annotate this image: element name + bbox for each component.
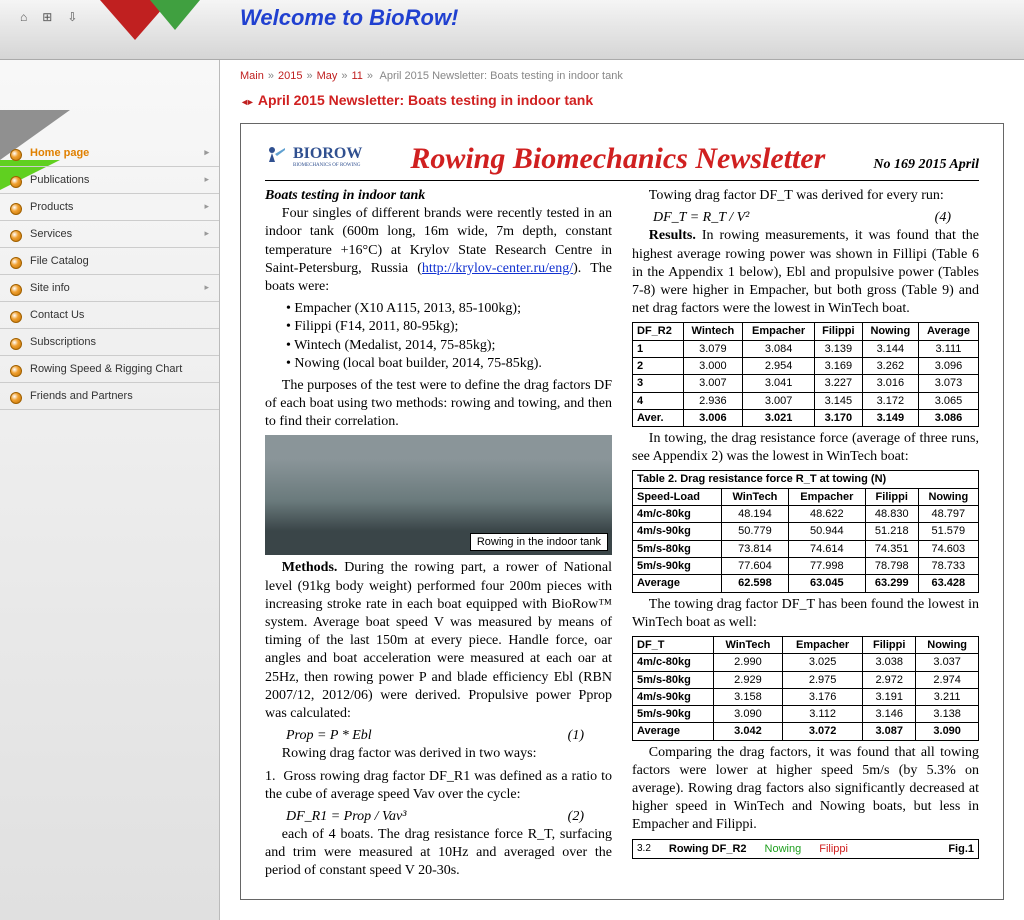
results-paragraph: Results. In rowing measurements, it was … (632, 227, 979, 318)
drag-intro: Rowing drag factor was derived in two wa… (265, 745, 612, 763)
logo: BIOROW BIOMECHANICS OF ROWING (265, 144, 362, 168)
intro-paragraph: Four singles of different brands were re… (265, 205, 612, 296)
expand-icon: ▸ (204, 147, 209, 158)
page-title: April 2015 Newsletter: Boats testing in … (240, 92, 1004, 108)
site-title: Welcome to BioRow! (240, 5, 458, 31)
breadcrumb-link[interactable]: 2015 (278, 70, 302, 82)
doc-title: Rowing Biomechanics Newsletter (374, 142, 861, 176)
doc-issue: No 169 2015 April (873, 157, 979, 173)
table-dft: DF_TWinTechEmpacherFilippiNowing4m/c-80k… (632, 636, 979, 741)
expand-icon: ▸ (204, 201, 209, 212)
sidebar-item[interactable]: File Catalog (0, 248, 219, 275)
sidebar-item[interactable]: Services▸ (0, 221, 219, 248)
table-dfr2: DF_R2WintechEmpacherFilippiNowingAverage… (632, 322, 979, 427)
section-title: Boats testing in indoor tank (265, 187, 612, 205)
logo-text: BIOROW (293, 145, 362, 163)
list-item: Empacher (X10 A115, 2013, 85-100kg); (286, 300, 612, 318)
logo-sub: BIOMECHANICS OF ROWING (293, 163, 362, 168)
home-icon[interactable]: ⌂ (20, 10, 27, 24)
list-item: Filippi (F14, 2011, 80-95kg); (286, 318, 612, 336)
fig1-chart: 3.2 Rowing DF_R2 Nowing Filippi Fig.1 (632, 839, 979, 859)
sidebar-item[interactable]: Rowing Speed & Rigging Chart (0, 356, 219, 383)
content-area: Main»2015»May»11» April 2015 Newsletter:… (220, 60, 1024, 920)
breadcrumb-link[interactable]: Main (240, 70, 264, 82)
figure-tank: Rowing in the indoor tank (265, 435, 612, 555)
sidebar-item[interactable]: Products▸ (0, 194, 219, 221)
compare-paragraph: Comparing the drag factors, it was found… (632, 744, 979, 835)
purpose-paragraph: The purposes of the test were to define … (265, 377, 612, 432)
breadcrumb: Main»2015»May»11» April 2015 Newsletter:… (240, 70, 1004, 82)
sidebar-item[interactable]: Home page▸ (0, 140, 219, 167)
sidebar-item[interactable]: Publications▸ (0, 167, 219, 194)
sidebar-item[interactable]: Contact Us (0, 302, 219, 329)
list-item: Wintech (Medalist, 2014, 75-85kg); (286, 337, 612, 355)
download-icon[interactable]: ⇩ (67, 10, 77, 24)
top-bar: ⌂ ⊞ ⇩ Welcome to BioRow! (0, 0, 1024, 60)
breadcrumb-link[interactable]: May (317, 70, 338, 82)
equation-2: DF_R1 = Prop / Vav³(2) (265, 808, 612, 826)
sidebar: Home page▸Publications▸Products▸Services… (0, 60, 220, 920)
boats-list: Empacher (X10 A115, 2013, 85-100kg);Fili… (286, 300, 612, 373)
sidebar-item[interactable]: Friends and Partners (0, 383, 219, 410)
towing-text: In towing, the drag resistance force (av… (632, 430, 979, 466)
document: BIOROW BIOMECHANICS OF ROWING Rowing Bio… (240, 123, 1004, 900)
krylov-link[interactable]: http://krylov-center.ru/eng/ (422, 261, 573, 276)
breadcrumb-link[interactable]: 11 (351, 70, 362, 82)
breadcrumb-current: April 2015 Newsletter: Boats testing in … (379, 70, 622, 82)
equation-4: DF_T = R_T / V²(4) (632, 209, 979, 227)
list-item: Nowing (local boat builder, 2014, 75-85k… (286, 355, 612, 373)
equation-1: Prop = P * Ebl(1) (265, 727, 612, 745)
figure-caption: Rowing in the indoor tank (470, 533, 608, 551)
expand-icon: ▸ (204, 282, 209, 293)
gross-def: 1. Gross rowing drag factor DF_R1 was de… (265, 768, 612, 804)
towing-line: Towing drag factor DF_T was derived for … (632, 187, 979, 205)
col2-intro: each of 4 boats. The drag resistance for… (265, 826, 612, 881)
expand-icon: ▸ (204, 228, 209, 239)
table-rt: Table 2. Drag resistance force R_T at to… (632, 470, 979, 592)
add-icon[interactable]: ⊞ (42, 10, 52, 24)
decor-triangle-green (150, 0, 200, 30)
sidebar-item[interactable]: Site info▸ (0, 275, 219, 302)
dft-text: The towing drag factor DF_T has been fou… (632, 596, 979, 632)
sidebar-item[interactable]: Subscriptions (0, 329, 219, 356)
expand-icon: ▸ (204, 174, 209, 185)
methods-paragraph: Methods. During the rowing part, a rower… (265, 559, 612, 723)
